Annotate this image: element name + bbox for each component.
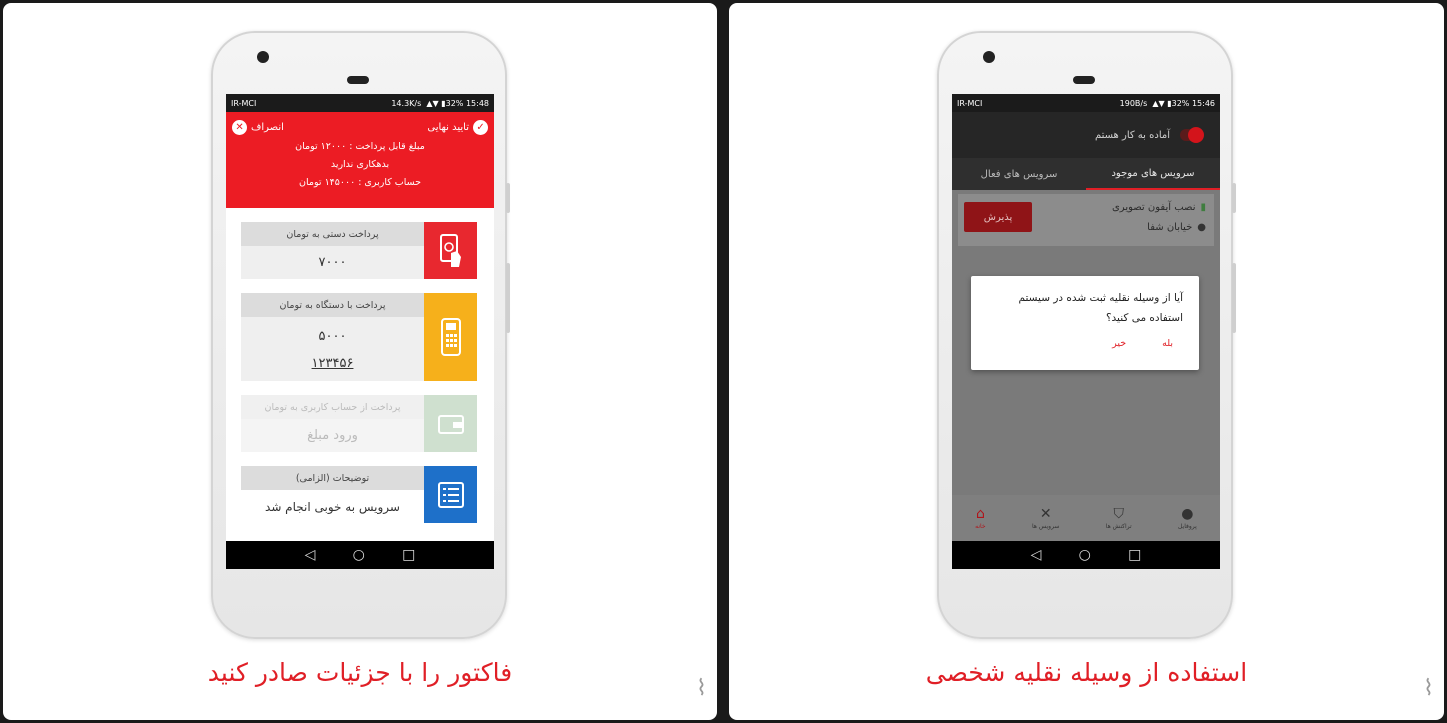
nav-profile[interactable]: ● پروفایل bbox=[1178, 507, 1197, 530]
manual-payment-input[interactable]: ۷۰۰۰ bbox=[241, 246, 424, 279]
watermark-logo: ⌇ bbox=[1416, 675, 1441, 701]
android-nav-bar: ◁ ○ □ bbox=[952, 541, 1220, 569]
cancel-label: انصراف bbox=[251, 122, 284, 133]
recents-icon[interactable]: □ bbox=[402, 547, 415, 563]
device-payment-label: پرداخت با دستگاه به تومان bbox=[241, 293, 424, 317]
confirm-label: تایید نهایی bbox=[427, 122, 469, 133]
camera-dot bbox=[257, 51, 269, 63]
service-title: نصب آیفون تصویری bbox=[1111, 202, 1196, 213]
check-icon: ✓ bbox=[473, 120, 488, 135]
dimmed-content: ▮ نصب آیفون تصویری ● خیابان شفا پذیرش آی… bbox=[952, 190, 1220, 541]
volume-button bbox=[506, 263, 510, 333]
account-payment-label: پرداخت از حساب کاربری به تومان bbox=[241, 395, 424, 419]
device-payment-input[interactable]: ۵۰۰۰ bbox=[241, 317, 424, 356]
account-payment-input[interactable]: ورود مبلغ bbox=[241, 419, 424, 452]
wallet-icon bbox=[424, 395, 477, 452]
left-card: IR-MCI 14.3K/s ▲▼ ▮32% 15:48 ✓ تایید نها… bbox=[3, 3, 717, 720]
screen-left: IR-MCI 14.3K/s ▲▼ ▮32% 15:48 ✓ تایید نها… bbox=[226, 94, 494, 569]
ready-label: آماده به کار هستم bbox=[1094, 129, 1170, 141]
tools-icon: ✕ bbox=[1039, 505, 1052, 522]
nav-services-label: سرویس ها bbox=[1031, 522, 1060, 530]
side-button bbox=[506, 183, 510, 213]
status-right: 190B/s ▲▼ ▮32% 15:46 bbox=[1119, 98, 1215, 108]
status-bar: IR-MCI 190B/s ▲▼ ▮32% 15:46 bbox=[952, 94, 1220, 112]
caption-right: استفاده از وسیله نقلیه شخصی bbox=[925, 658, 1248, 687]
shield-icon: ⛉ bbox=[1113, 505, 1124, 522]
nav-profile-label: پروفایل bbox=[1177, 522, 1197, 530]
nav-transactions-label: تراکنش ها bbox=[1105, 522, 1132, 530]
pos-device-icon bbox=[424, 293, 477, 381]
battery-level: 32% bbox=[1171, 98, 1190, 108]
service-address-line: ● خیابان شفا bbox=[1147, 222, 1206, 233]
tab-available-services[interactable]: سرویس های موجود bbox=[1086, 158, 1220, 190]
status-bar: IR-MCI 14.3K/s ▲▼ ▮32% 15:48 bbox=[226, 94, 494, 112]
home-icon: ⌂ bbox=[975, 505, 985, 522]
camera-dot bbox=[983, 51, 995, 63]
account-balance: حساب کاربری : ۱۴۵۰۰۰ تومان bbox=[299, 177, 421, 188]
vehicle-dialog: آیا از وسیله نقلیه ثبت شده در سیستم استف… bbox=[971, 276, 1199, 370]
phone-mockup-right: IR-MCI 190B/s ▲▼ ▮32% 15:46 آماده به کار… bbox=[937, 31, 1236, 639]
net-speed: 190B/s bbox=[1119, 98, 1148, 108]
speaker-slot bbox=[347, 76, 369, 84]
amount-due: مبلغ قابل پرداخت : ۱۲۰۰۰ تومان bbox=[295, 141, 425, 152]
clock: 15:46 bbox=[1191, 98, 1215, 108]
accept-button[interactable]: پذیرش bbox=[964, 202, 1032, 232]
status-right: 14.3K/s ▲▼ ▮32% 15:48 bbox=[391, 98, 489, 108]
description-label: توضیحات (الزامی) bbox=[241, 466, 424, 490]
device-code-link[interactable]: ۱۲۳۴۵۶ bbox=[241, 356, 424, 381]
confirm-button[interactable]: ✓ تایید نهایی bbox=[427, 120, 488, 135]
account-payment-row: پرداخت از حساب کاربری به تومان ورود مبلغ bbox=[241, 395, 477, 452]
speaker-slot bbox=[1073, 76, 1095, 84]
description-input[interactable]: سرویس به خوبی انجام شد bbox=[241, 490, 424, 523]
document-icon: ▮ bbox=[1200, 202, 1206, 213]
nav-services[interactable]: ✕ سرویس ها bbox=[1032, 507, 1059, 530]
clock: 15:48 bbox=[465, 98, 489, 108]
service-title-line: ▮ نصب آیفون تصویری bbox=[1112, 202, 1206, 213]
nav-home-label: خانه bbox=[975, 522, 986, 530]
nav-home[interactable]: ⌂ خانه bbox=[975, 507, 985, 530]
user-icon: ● bbox=[1181, 505, 1194, 522]
home-circle-icon[interactable]: ○ bbox=[1079, 547, 1091, 563]
volume-button bbox=[1232, 263, 1236, 333]
debt-status: بدهکاری ندارید bbox=[330, 159, 390, 170]
bottom-nav: ● پروفایل ⛉ تراکنش ها ✕ سرویس ها ⌂ خانه bbox=[952, 495, 1220, 541]
service-tabs: سرویس های موجود سرویس های فعال bbox=[952, 158, 1220, 190]
caption-left: فاکتور را با جزئیات صادر کنید bbox=[207, 658, 513, 687]
recents-icon[interactable]: □ bbox=[1128, 547, 1141, 563]
manual-payment-label: پرداخت دستی به تومان bbox=[241, 222, 424, 246]
invoice-header: ✓ تایید نهایی ✕ انصراف مبلغ قابل پرداخت … bbox=[226, 112, 494, 208]
cancel-button[interactable]: ✕ انصراف bbox=[232, 120, 284, 135]
close-icon: ✕ bbox=[232, 120, 247, 135]
tab-active-services[interactable]: سرویس های فعال bbox=[952, 158, 1086, 190]
back-icon[interactable]: ◁ bbox=[1031, 547, 1042, 563]
no-button[interactable]: خیر bbox=[1112, 338, 1126, 349]
carrier-label: IR-MCI bbox=[231, 98, 257, 108]
hand-phone-icon bbox=[424, 222, 477, 279]
service-address: خیابان شفا bbox=[1147, 222, 1193, 233]
side-button bbox=[1232, 183, 1236, 213]
dialog-message: آیا از وسیله نقلیه ثبت شده در سیستم استف… bbox=[987, 288, 1184, 328]
yes-button[interactable]: بله bbox=[1162, 338, 1173, 349]
watermark-logo: ⌇ bbox=[689, 675, 714, 701]
ready-bar: آماده به کار هستم bbox=[952, 112, 1220, 158]
ready-toggle[interactable] bbox=[1180, 127, 1204, 143]
screen-right: IR-MCI 190B/s ▲▼ ▮32% 15:46 آماده به کار… bbox=[952, 94, 1220, 569]
location-pin-icon: ● bbox=[1197, 222, 1206, 233]
phone-mockup-left: IR-MCI 14.3K/s ▲▼ ▮32% 15:48 ✓ تایید نها… bbox=[211, 31, 510, 639]
list-icon bbox=[424, 466, 477, 523]
home-icon[interactable]: ○ bbox=[353, 547, 365, 563]
description-row: توضیحات (الزامی) سرویس به خوبی انجام شد bbox=[241, 466, 477, 523]
right-card: IR-MCI 190B/s ▲▼ ▮32% 15:46 آماده به کار… bbox=[729, 3, 1444, 720]
service-card: ▮ نصب آیفون تصویری ● خیابان شفا پذیرش bbox=[958, 194, 1214, 246]
android-nav-bar: ◁ ○ □ bbox=[226, 541, 494, 569]
carrier-label: IR-MCI bbox=[957, 98, 983, 108]
dialog-line-2: استفاده می کنید؟ bbox=[1105, 312, 1183, 324]
battery-level: 32% bbox=[445, 98, 464, 108]
net-speed: 14.3K/s bbox=[391, 98, 422, 108]
dialog-line-1: آیا از وسیله نقلیه ثبت شده در سیستم bbox=[1018, 292, 1184, 304]
back-icon[interactable]: ◁ bbox=[305, 547, 316, 563]
device-payment-row: پرداخت با دستگاه به تومان ۵۰۰۰ ۱۲۳۴۵۶ bbox=[241, 293, 477, 381]
manual-payment-row: پرداخت دستی به تومان ۷۰۰۰ bbox=[241, 222, 477, 279]
nav-transactions[interactable]: ⛉ تراکنش ها bbox=[1106, 507, 1132, 530]
